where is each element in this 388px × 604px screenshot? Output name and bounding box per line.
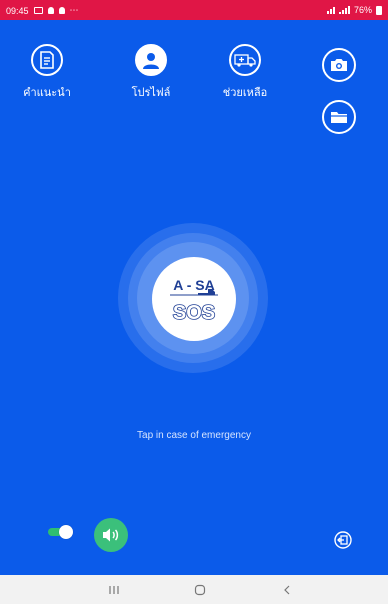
sound-button[interactable] [94, 518, 128, 552]
status-bar: 09:45 ⋯ 76% [0, 0, 388, 20]
folder-button[interactable] [322, 100, 356, 134]
gallery-icon [33, 7, 43, 14]
notification-icon [47, 7, 54, 14]
toggle-switch[interactable] [48, 525, 73, 539]
ambulance-icon [229, 44, 261, 76]
guide-label: คำแนะนำ [23, 87, 71, 99]
sos-button[interactable]: A - SA SOS [152, 257, 236, 341]
camera-button[interactable] [322, 48, 356, 82]
folder-icon [331, 112, 347, 123]
wifi-icon [326, 6, 335, 14]
sos-logo: A - SA SOS [170, 277, 218, 325]
logout-icon [334, 531, 352, 549]
camera-icon [331, 59, 347, 71]
profile-button[interactable]: โปรไฟล์ [121, 44, 181, 101]
brand-bottom-text: SOS [173, 302, 215, 324]
help-button[interactable]: ช่วยเหลือ [215, 44, 275, 101]
status-time: 09:45 [6, 5, 29, 16]
logout-button[interactable] [332, 529, 354, 551]
guide-button[interactable]: คำแนะนำ [17, 44, 77, 101]
status-right: 76% [326, 5, 382, 15]
more-icon: ⋯ [69, 5, 79, 15]
navigation-bar [0, 575, 388, 604]
battery-level: 76% [353, 5, 372, 15]
main-screen: คำแนะนำ โปรไฟล์ ช่วยเหลือ A - SA SOS Tap… [0, 20, 388, 575]
recents-icon [109, 586, 119, 594]
home-icon [194, 584, 206, 596]
signal-icon [338, 6, 350, 14]
status-left: 09:45 ⋯ [6, 5, 79, 16]
home-button[interactable] [193, 583, 207, 597]
help-label: ช่วยเหลือ [222, 87, 268, 99]
profile-label: โปรไฟล์ [131, 87, 171, 99]
recents-button[interactable] [107, 583, 121, 597]
speaker-icon [103, 528, 119, 542]
battery-icon [376, 5, 382, 15]
user-icon [135, 44, 167, 76]
emergency-hint: Tap in case of emergency [137, 430, 251, 441]
back-button[interactable] [280, 583, 294, 597]
document-icon [31, 44, 63, 76]
notification-icon [58, 7, 65, 14]
back-icon [284, 585, 290, 595]
toggle-knob [59, 525, 73, 539]
